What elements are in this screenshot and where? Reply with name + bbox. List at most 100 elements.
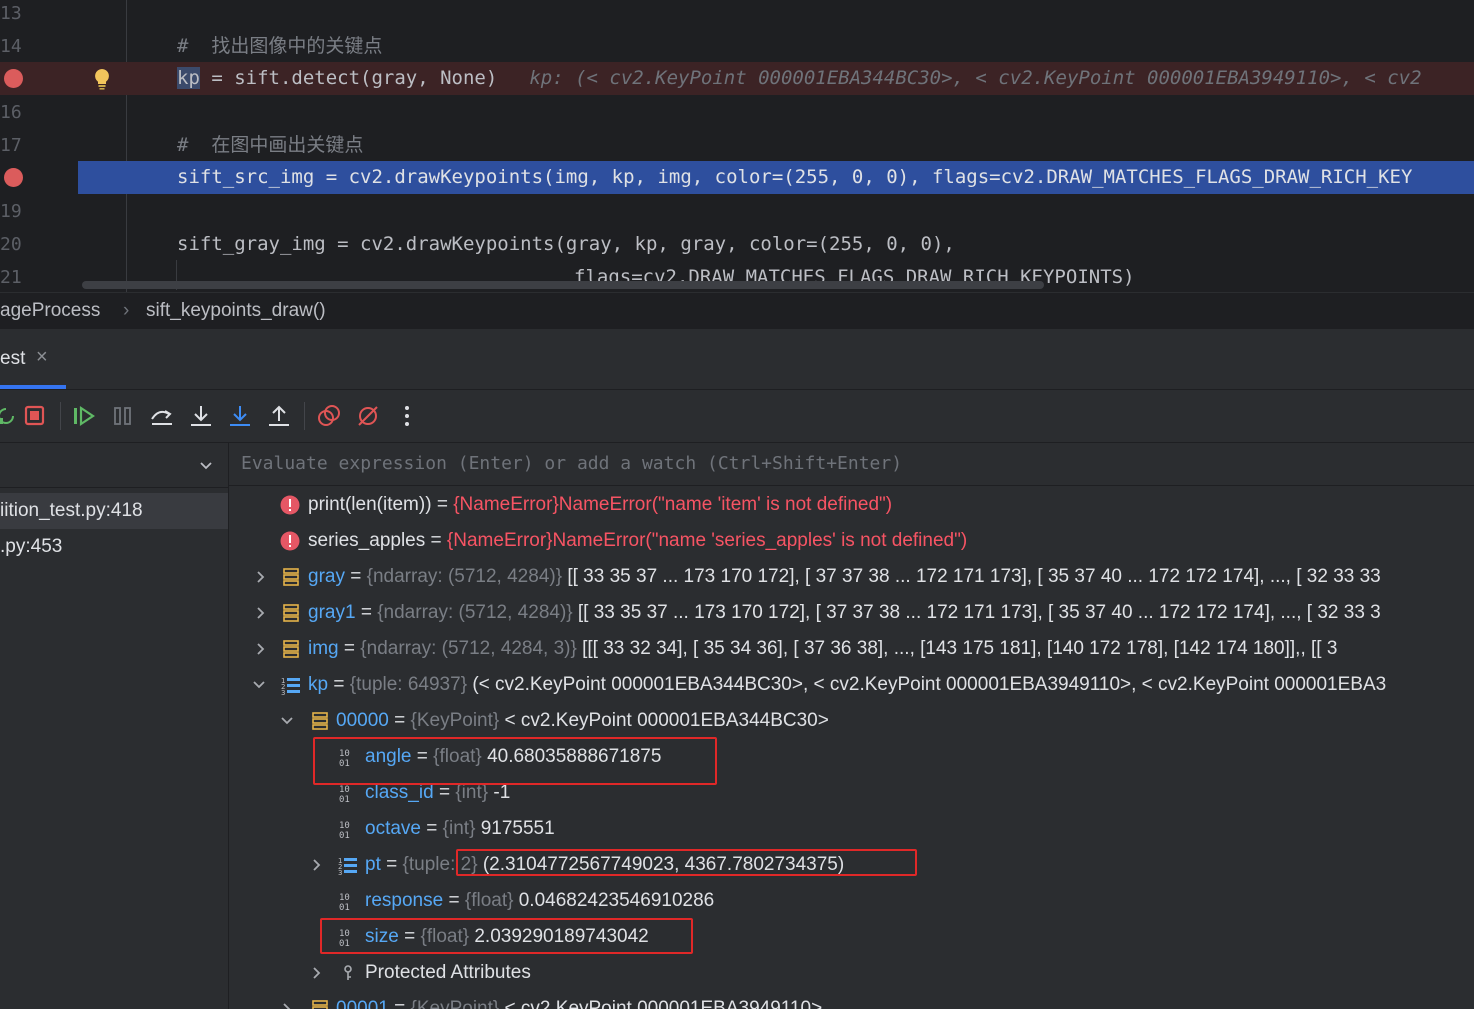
step-into-my-code-icon[interactable] — [227, 403, 253, 429]
code-line-17[interactable]: 17 # 在图中画出关键点 — [0, 129, 1474, 162]
variable-value: < cv2.KeyPoint 000001EBA3949110> — [504, 998, 823, 1009]
thread-selector[interactable] — [0, 443, 228, 488]
step-into-icon[interactable] — [188, 403, 214, 429]
frame-label: iition_test.py:418 — [0, 500, 143, 521]
chevron-right-icon[interactable] — [309, 857, 325, 873]
resume-icon[interactable] — [71, 403, 97, 429]
array-icon — [283, 604, 299, 622]
object-icon — [312, 712, 328, 730]
pause-icon[interactable] — [110, 403, 136, 429]
line-number: 20 — [0, 234, 22, 255]
frame-item[interactable]: .py:453 — [0, 529, 228, 565]
variable-name: print(len(item)) — [308, 494, 432, 515]
primitive-icon: 10 01 — [339, 821, 350, 839]
variable-type: {ndarray: (5712, 4284, 3)} — [360, 638, 577, 659]
breadcrumb-class[interactable]: ageProcess — [0, 300, 100, 322]
variable-row-keypoint-0[interactable]: 00000 = {KeyPoint} < cv2.KeyPoint 000001… — [229, 703, 1474, 739]
variable-row-img[interactable]: img = {ndarray: (5712, 4284, 3)} [[[ 33 … — [229, 631, 1474, 667]
annotation-box-size — [320, 918, 693, 954]
code-var-kp: kp — [177, 67, 200, 89]
frame-item[interactable]: iition_test.py:418 — [0, 493, 228, 529]
breakpoint-icon[interactable] — [4, 168, 23, 187]
rerun-icon[interactable] — [0, 403, 18, 429]
line-number: 13 — [0, 3, 22, 24]
stop-icon[interactable] — [22, 403, 48, 429]
code-line-16[interactable]: 16 — [0, 96, 1474, 129]
variable-name: img — [308, 638, 339, 659]
variable-name: response — [365, 890, 444, 911]
primitive-icon: 10 01 — [339, 785, 350, 803]
variable-type: {ndarray: (5712, 4284)} — [377, 602, 573, 623]
variable-row-gray1[interactable]: gray1 = {ndarray: (5712, 4284)} [[ 33 35… — [229, 595, 1474, 631]
view-breakpoints-icon[interactable] — [316, 403, 342, 429]
annotation-box-pt — [456, 849, 917, 876]
chevron-right-icon[interactable] — [253, 569, 269, 585]
variable-value: {NameError}NameError("name 'item' is not… — [453, 494, 893, 515]
code-text: sift_gray_img = cv2.drawKeypoints(gray, … — [177, 233, 955, 255]
variable-row-gray[interactable]: gray = {ndarray: (5712, 4284)} [[ 33 35 … — [229, 559, 1474, 595]
lightbulb-icon[interactable] — [92, 68, 112, 90]
horizontal-scrollbar[interactable] — [82, 281, 1044, 289]
line-number: 16 — [0, 102, 22, 123]
variable-name: gray — [308, 566, 345, 587]
watch-input[interactable]: Evaluate expression (Enter) or add a wat… — [229, 443, 1474, 486]
list-icon: 1 2 3 — [338, 857, 357, 875]
chevron-right-icon[interactable] — [309, 965, 325, 981]
variable-value: [[[ 33 32 34], [ 35 34 36], [ 37 36 38],… — [582, 638, 1338, 659]
variable-name: 00001 — [336, 998, 389, 1009]
chevron-down-icon[interactable] — [251, 677, 267, 693]
breadcrumb-function[interactable]: sift_keypoints_draw() — [146, 300, 326, 322]
variable-row-protected-attributes[interactable]: Protected Attributes — [229, 955, 1474, 991]
variable-row-kp[interactable]: 1 2 3 kp = {tuple: 64937} (< cv2.KeyPoin… — [229, 667, 1474, 703]
code-line-15[interactable]: kp = sift.detect(gray, None) kp: (< cv2.K… — [0, 62, 1474, 95]
frame-label: .py:453 — [0, 536, 63, 557]
chevron-down-icon[interactable] — [279, 713, 295, 729]
watch-placeholder: Evaluate expression (Enter) or add a wat… — [241, 453, 903, 474]
code-line-20[interactable]: 20 sift_gray_img = cv2.drawKeypoints(gra… — [0, 228, 1474, 261]
variable-row-error[interactable]: series_apples = {NameError}NameError("na… — [229, 523, 1474, 559]
code-editor[interactable]: 13 14 # 找出图像中的关键点 kp = sift.detect(gray,… — [0, 0, 1474, 292]
variable-type: {int} — [455, 782, 489, 803]
svg-text:01: 01 — [339, 903, 350, 911]
array-icon — [283, 568, 299, 586]
code-line-13[interactable]: 13 — [0, 0, 1474, 30]
debug-tab-bar: est × — [0, 329, 1474, 390]
breakpoint-icon[interactable] — [4, 69, 23, 88]
line-number: 19 — [0, 201, 22, 222]
variable-type: {KeyPoint} — [410, 998, 500, 1009]
code-comment: # 在图中画出关键点 — [177, 134, 364, 156]
close-icon[interactable]: × — [36, 346, 48, 369]
error-icon — [280, 495, 300, 515]
object-icon — [312, 1000, 328, 1009]
tab-debug-session[interactable]: est — [0, 348, 25, 370]
variable-value: [[ 33 35 37 ... 173 170 172], [ 37 37 38… — [567, 566, 1381, 587]
variable-row-response[interactable]: 10 01 response = {float} 0.0468242354691… — [229, 883, 1474, 919]
variable-name: 00000 — [336, 710, 389, 731]
line-number: 17 — [0, 135, 22, 156]
step-over-icon[interactable] — [149, 403, 175, 429]
breadcrumb-separator: › — [123, 300, 130, 321]
code-line-19[interactable]: 19 — [0, 195, 1474, 228]
chevron-right-icon[interactable] — [253, 641, 269, 657]
more-options-icon[interactable] — [394, 403, 420, 429]
mute-breakpoints-icon[interactable] — [355, 403, 381, 429]
svg-text:01: 01 — [339, 831, 350, 839]
line-number: 21 — [0, 267, 22, 288]
variable-value: {NameError}NameError("name 'series_apple… — [446, 530, 968, 551]
code-line-18[interactable]: sift_src_img = cv2.drawKeypoints(img, kp… — [0, 161, 1474, 194]
chevron-right-icon[interactable] — [279, 1001, 295, 1009]
variable-name: octave — [365, 818, 421, 839]
line-number: 14 — [0, 36, 22, 57]
variable-value: 0.04682423546910286 — [518, 890, 715, 911]
svg-text:10: 10 — [339, 785, 350, 795]
svg-text:3: 3 — [338, 869, 342, 875]
variable-row-keypoint-1[interactable]: 00001 = {KeyPoint} < cv2.KeyPoint 000001… — [229, 991, 1474, 1009]
variable-row-octave[interactable]: 10 01 octave = {int} 9175551 — [229, 811, 1474, 847]
variable-name: gray1 — [308, 602, 356, 623]
chevron-right-icon[interactable] — [253, 605, 269, 621]
svg-text:3: 3 — [281, 689, 285, 695]
step-out-icon[interactable] — [266, 403, 292, 429]
code-line-14[interactable]: 14 # 找出图像中的关键点 — [0, 30, 1474, 63]
chevron-down-icon[interactable] — [198, 457, 214, 473]
variable-row-error[interactable]: print(len(item)) = {NameError}NameError(… — [229, 487, 1474, 523]
